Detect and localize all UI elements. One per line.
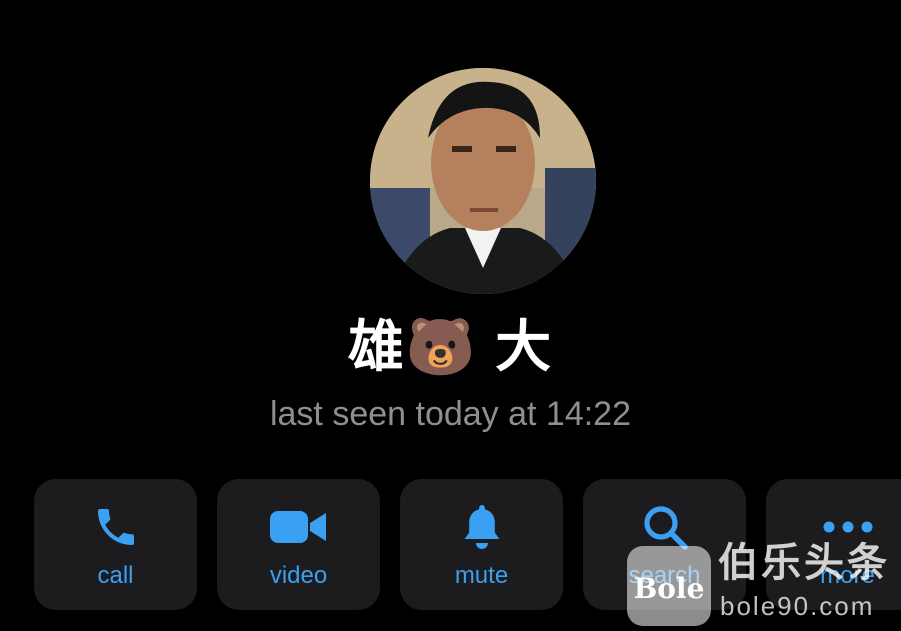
contact-name: 雄🐻 大 <box>347 315 554 378</box>
mute-label: mute <box>454 562 509 589</box>
watermark-logo-text: Bole <box>633 572 705 605</box>
bell-icon <box>400 501 563 553</box>
phone-icon <box>34 501 197 553</box>
watermark-chinese-text: 伯乐头条 <box>718 541 890 585</box>
mute-button[interactable]: mute <box>400 479 563 610</box>
profile-avatar[interactable] <box>370 68 596 294</box>
watermark-logo: Bole <box>627 546 711 626</box>
video-button[interactable]: video <box>217 479 380 610</box>
video-camera-icon <box>217 501 380 553</box>
call-button[interactable]: call <box>34 479 197 610</box>
video-label: video <box>269 562 328 589</box>
last-seen-status: last seen today at 14:22 <box>269 395 632 433</box>
call-label: call <box>97 562 134 589</box>
watermark-url: bole90.com <box>720 591 875 621</box>
